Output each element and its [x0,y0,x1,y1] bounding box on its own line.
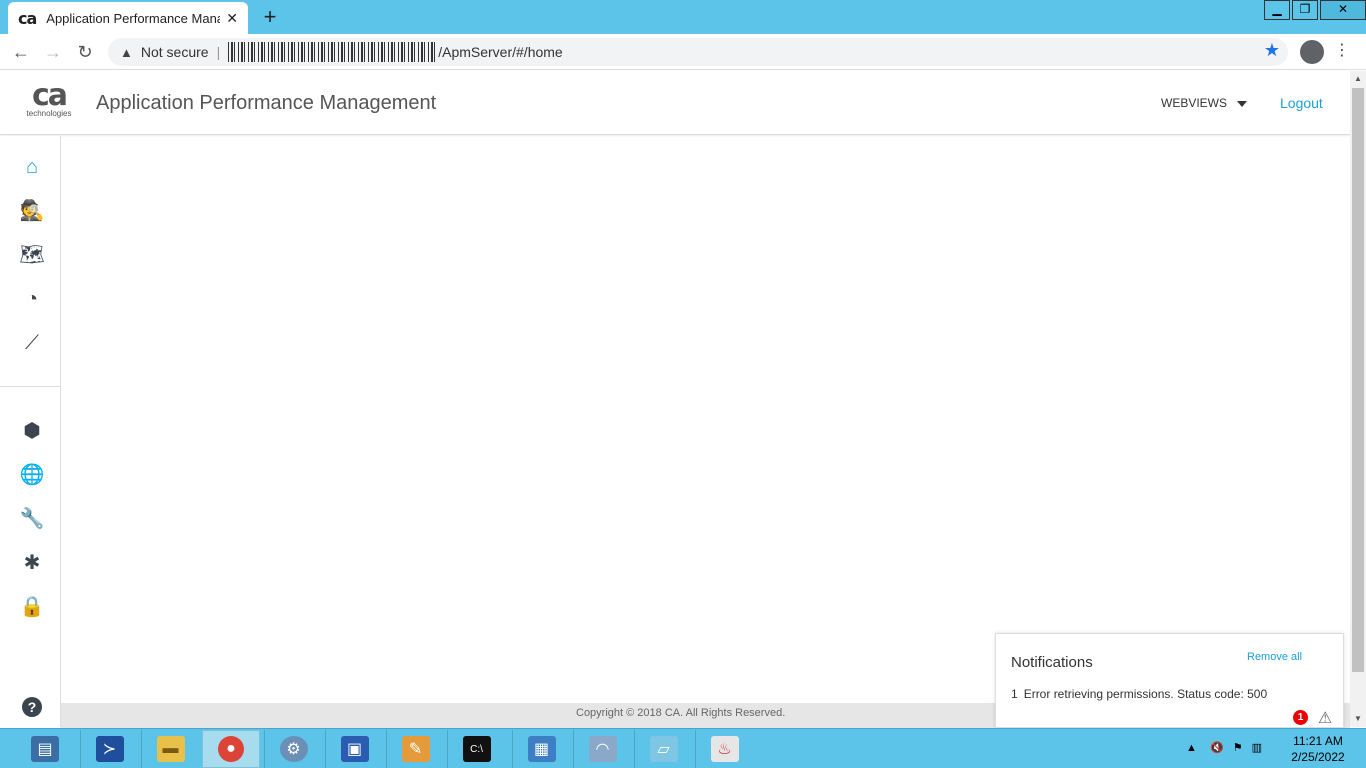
network-icon[interactable]: ✱ [18,549,46,577]
command-prompt-icon[interactable]: C:\ [447,730,505,768]
action-center-icon[interactable]: ⚑ [1233,742,1243,754]
cube-icon[interactable]: ⬢ [18,417,46,445]
network-tray-icon[interactable]: ▥ [1252,742,1262,754]
taskbar-clock[interactable]: 11:21 AM 2/25/2022 [1283,733,1353,765]
page-scrollbar[interactable]: ▲ ▼ [1350,71,1366,727]
remote-desktop-icon[interactable]: ▣ [325,730,383,768]
url-path[interactable]: /ApmServer/#/home [438,44,563,60]
copyright-text: Copyright © 2018 CA. All Rights Reserved… [576,707,786,719]
paint-icon[interactable]: ✎ [386,730,444,768]
lock-icon[interactable]: 🔒 [18,593,46,621]
ca-logo[interactable]: ca technologies [24,78,74,119]
map-icon[interactable]: 🗺 [18,241,46,269]
main-content [62,136,1350,703]
control-panel-icon[interactable]: ▦ [512,730,570,768]
restore-button[interactable]: ❐ [1292,0,1318,20]
omnibox[interactable]: ▲ Not secure | /ApmServer/#/home [108,38,1288,66]
browser-titlebar: ca Application Performance Manage ✕ + ▁ … [0,0,1366,34]
reload-button[interactable]: ↻ [72,34,98,70]
server-manager-icon[interactable]: ▤ [16,730,74,768]
address-bar: ← → ↻ ▲ Not secure | /ApmServer/#/home ★… [0,34,1366,70]
dashboard-icon[interactable]: ◔ [18,285,46,313]
account-avatar-icon[interactable] [1300,40,1324,64]
security-label[interactable]: Not secure [141,44,209,60]
help-icon[interactable]: ? [22,697,42,717]
bookmark-star-icon[interactable]: ★ [1264,40,1280,61]
scroll-thumb[interactable] [1352,88,1364,672]
settings-gears-icon[interactable]: ⚙ [264,730,322,768]
page-title: Application Performance Management [96,92,437,114]
notepad-icon[interactable]: ▱ [634,730,692,768]
window-close-button[interactable]: ✕ [1320,0,1366,20]
java-icon[interactable]: ♨ [695,730,753,768]
notification-item: 1 Error retrieving permissions. Status co… [1011,687,1267,701]
logout-link[interactable]: Logout [1280,95,1323,111]
sidebar: ⌂ 🕵 🗺 ◔ ⟋ ⬢ 🌐 🔧 ✱ 🔒 ? [0,136,61,727]
metrics-icon[interactable]: ⟋ [18,329,46,357]
windows-taskbar: ▤ ≻ ▬ ● ⚙ ▣ ✎ C:\ ▦ ◠ ▱ ♨ ▲ 🔇 ⚑ ▥ 11:21 … [0,728,1366,768]
omnibox-divider: | [216,44,221,60]
browser-tab[interactable]: ca Application Performance Manage ✕ [8,2,248,34]
notification-badge[interactable]: 1 [1293,710,1308,725]
app-header: ca technologies Application Performance … [0,71,1350,135]
performance-monitor-icon[interactable]: ◠ [573,730,631,768]
notifications-title: Notifications [1011,654,1093,671]
new-tab-button[interactable]: + [258,4,282,30]
browser-menu-icon[interactable]: ⋮ [1334,40,1350,60]
wrench-icon[interactable]: 🔧 [18,505,46,533]
clock-date: 2/25/2022 [1291,750,1345,764]
notifications-panel: Notifications Remove all 1 Error retrievi… [995,633,1344,728]
minimize-button[interactable]: ▁ [1264,0,1290,20]
redacted-host [228,42,439,62]
warning-triangle-icon[interactable]: ⚠ [1318,708,1332,728]
scroll-down-icon[interactable]: ▼ [1350,711,1366,727]
globe-icon[interactable]: 🌐 [18,461,46,489]
webviews-label: WEBVIEWS [1161,96,1228,110]
powershell-icon[interactable]: ≻ [80,730,138,768]
notification-count: 1 [1011,687,1018,701]
chrome-icon[interactable]: ● [202,730,260,768]
window-controls: ▁ ❐ ✕ [1262,0,1366,20]
warning-icon[interactable]: ▲ [120,45,133,60]
back-button[interactable]: ← [8,34,34,70]
caret-down-icon [1237,100,1248,107]
webviews-dropdown[interactable]: WEBVIEWS [1161,96,1248,110]
tray-expand-icon[interactable]: ▲ [1186,742,1197,754]
logo-subtext: technologies [26,109,72,118]
system-tray: ▲ 🔇 ⚑ ▥ [1186,741,1262,754]
tab-title: Application Performance Manage [46,10,221,26]
remove-all-link[interactable]: Remove all [1247,651,1302,663]
scroll-up-icon[interactable]: ▲ [1350,71,1366,87]
notification-message: Error retrieving permissions. Status cod… [1023,687,1268,701]
ca-favicon-icon: ca [18,8,37,28]
file-explorer-icon[interactable]: ▬ [141,730,199,768]
volume-muted-icon[interactable]: 🔇 [1210,742,1224,754]
home-icon[interactable]: ⌂ [18,153,46,181]
sidebar-divider [0,386,61,387]
forward-button[interactable]: → [40,34,66,70]
agent-search-icon[interactable]: 🕵 [18,197,46,225]
clock-time: 11:21 AM [1293,734,1343,748]
tab-close-icon[interactable]: ✕ [226,10,238,27]
logo-text: ca [31,78,68,113]
